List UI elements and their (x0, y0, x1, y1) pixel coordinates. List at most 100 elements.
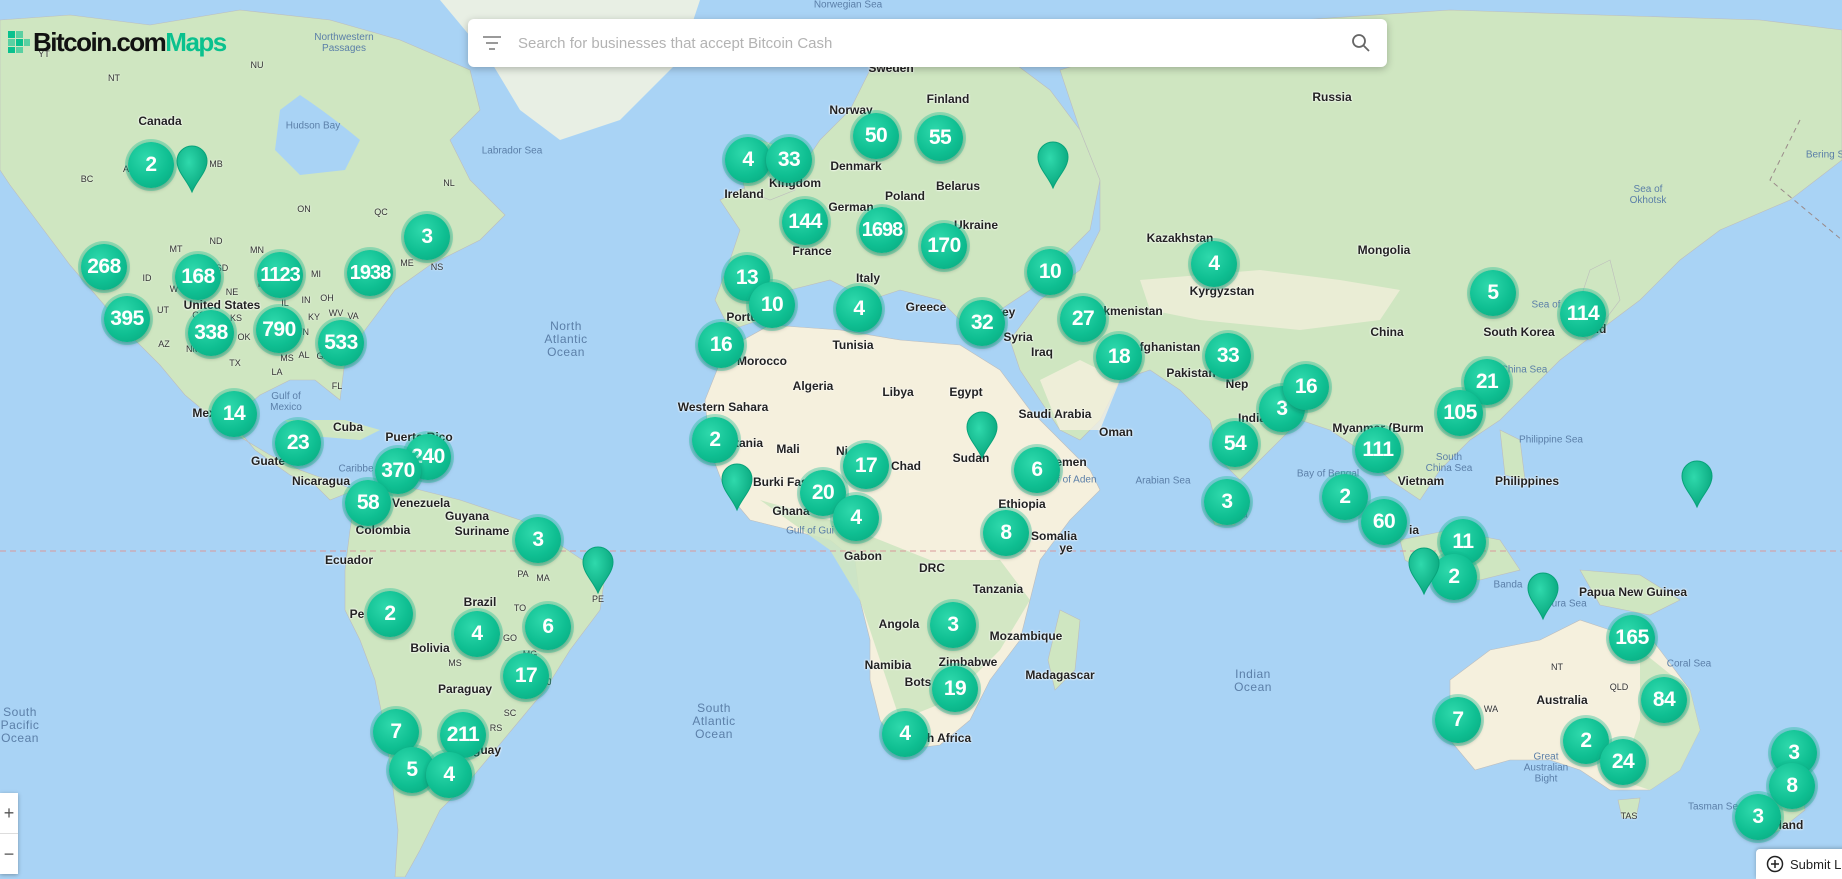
marker-cluster[interactable]: 338 (188, 310, 234, 356)
map-label: LA (271, 367, 283, 377)
map-label: Great Australian Bight (1523, 751, 1569, 785)
map-pin-icon[interactable] (1407, 546, 1441, 596)
map-label: Iraq (1030, 345, 1054, 359)
map-label: Gulf of Gui (786, 525, 834, 537)
marker-cluster[interactable]: 4 (882, 711, 928, 757)
marker-cluster[interactable]: 2 (1322, 474, 1368, 520)
zoom-in-button[interactable]: + (0, 793, 18, 833)
map-label: Finland (926, 92, 970, 106)
marker-cluster[interactable]: 165 (1609, 615, 1655, 661)
marker-cluster[interactable]: 17 (843, 443, 889, 489)
zoom-out-button[interactable]: − (0, 833, 18, 874)
marker-cluster[interactable]: 395 (104, 296, 150, 342)
marker-cluster[interactable]: 2 (128, 142, 174, 188)
marker-cluster[interactable]: 17 (503, 653, 549, 699)
map-label: MA (536, 573, 550, 583)
marker-cluster[interactable]: 84 (1641, 677, 1687, 723)
map-label: WA (1483, 704, 1499, 714)
map-pin-icon[interactable] (1036, 140, 1070, 190)
marker-cluster[interactable]: 18 (1096, 334, 1142, 380)
map-label: BC (80, 174, 94, 184)
marker-cluster[interactable]: 168 (175, 254, 221, 300)
marker-cluster[interactable]: 2 (692, 417, 738, 463)
map-label: Philippines (1494, 474, 1560, 488)
map-label: Denmark (830, 159, 882, 173)
marker-cluster[interactable]: 170 (921, 223, 967, 269)
marker-cluster[interactable]: 2 (367, 591, 413, 637)
marker-cluster[interactable]: 3 (930, 602, 976, 648)
map-pin-icon[interactable] (1680, 459, 1714, 509)
map-label: Bering S (1805, 149, 1842, 161)
marker-cluster[interactable]: 4 (426, 752, 472, 798)
map-label: Belarus (935, 179, 981, 193)
marker-cluster[interactable]: 144 (782, 199, 828, 245)
marker-cluster[interactable]: 1938 (347, 250, 393, 296)
marker-cluster[interactable]: 6 (1014, 447, 1060, 493)
map-label: MT (169, 244, 183, 254)
marker-cluster[interactable]: 1698 (859, 207, 905, 253)
marker-cluster[interactable]: 790 (256, 307, 302, 353)
search-icon[interactable] (1351, 33, 1371, 53)
marker-cluster[interactable]: 3 (404, 214, 450, 260)
filter-icon[interactable] (480, 31, 504, 55)
map-label: ye (1059, 541, 1073, 555)
map-label: Pe (349, 607, 365, 621)
marker-cluster[interactable]: 6 (525, 604, 571, 650)
map-label: KY (307, 312, 321, 322)
marker-cluster[interactable]: 8 (983, 510, 1029, 556)
marker-cluster[interactable]: 24 (1600, 739, 1646, 785)
marker-cluster[interactable]: 10 (1027, 249, 1073, 295)
map-label: UT (157, 305, 169, 315)
map-label: South China Sea (1425, 452, 1473, 474)
marker-cluster[interactable]: 19 (932, 666, 978, 712)
map-label: Australia (1536, 693, 1588, 707)
marker-cluster[interactable]: 23 (275, 420, 321, 466)
marker-cluster[interactable]: 33 (766, 137, 812, 183)
marker-cluster[interactable]: 4 (725, 137, 771, 183)
marker-cluster[interactable]: 268 (81, 244, 127, 290)
marker-cluster[interactable]: 5 (1470, 270, 1516, 316)
marker-cluster[interactable]: 60 (1361, 499, 1407, 545)
map-pin-icon[interactable] (720, 462, 754, 512)
marker-cluster[interactable]: 16 (698, 322, 744, 368)
map-label: Tanzania (972, 582, 1024, 596)
marker-cluster[interactable]: 3 (1735, 794, 1781, 840)
marker-cluster[interactable]: 55 (917, 115, 963, 161)
marker-cluster[interactable]: 3 (1204, 479, 1250, 525)
submit-listing-button[interactable]: Submit Li (1756, 849, 1842, 879)
marker-cluster[interactable]: 10 (749, 282, 795, 328)
map-label: Chad (891, 459, 921, 473)
marker-cluster[interactable]: 14 (211, 391, 257, 437)
marker-cluster[interactable]: 4 (1191, 241, 1237, 287)
marker-cluster[interactable]: 114 (1560, 291, 1606, 337)
marker-cluster[interactable]: 533 (318, 320, 364, 366)
marker-cluster[interactable]: 1123 (257, 252, 303, 298)
marker-cluster[interactable]: 4 (833, 495, 879, 541)
map-label: tania (734, 436, 764, 450)
marker-cluster[interactable]: 54 (1212, 421, 1258, 467)
marker-cluster[interactable]: 105 (1437, 390, 1483, 436)
map-pin-icon[interactable] (965, 410, 999, 460)
bitcoin-com-maps-logo[interactable]: Bitcoin.comMaps (8, 27, 227, 57)
marker-cluster[interactable]: 111 (1355, 427, 1401, 473)
marker-cluster[interactable]: 4 (454, 611, 500, 657)
map-label: GO (502, 633, 518, 643)
marker-cluster[interactable]: 3 (515, 517, 561, 563)
map-label: NU (250, 60, 264, 70)
marker-cluster[interactable]: 7 (1435, 697, 1481, 743)
map-label: Caribbe (338, 463, 374, 475)
marker-cluster[interactable]: 27 (1060, 296, 1106, 342)
map-label: IN (301, 295, 311, 305)
marker-cluster[interactable]: 16 (1283, 364, 1329, 410)
map-label: MB (209, 159, 223, 169)
marker-cluster[interactable]: 32 (959, 300, 1005, 346)
marker-cluster[interactable]: 58 (345, 480, 391, 526)
marker-cluster[interactable]: 50 (853, 113, 899, 159)
marker-cluster[interactable]: 4 (836, 286, 882, 332)
marker-cluster[interactable]: 33 (1205, 333, 1251, 379)
map-pin-icon[interactable] (175, 144, 209, 194)
search-input[interactable] (516, 33, 1351, 53)
map-pin-icon[interactable] (581, 545, 615, 595)
map-pin-icon[interactable] (1526, 571, 1560, 621)
map-label: NL (443, 178, 455, 188)
